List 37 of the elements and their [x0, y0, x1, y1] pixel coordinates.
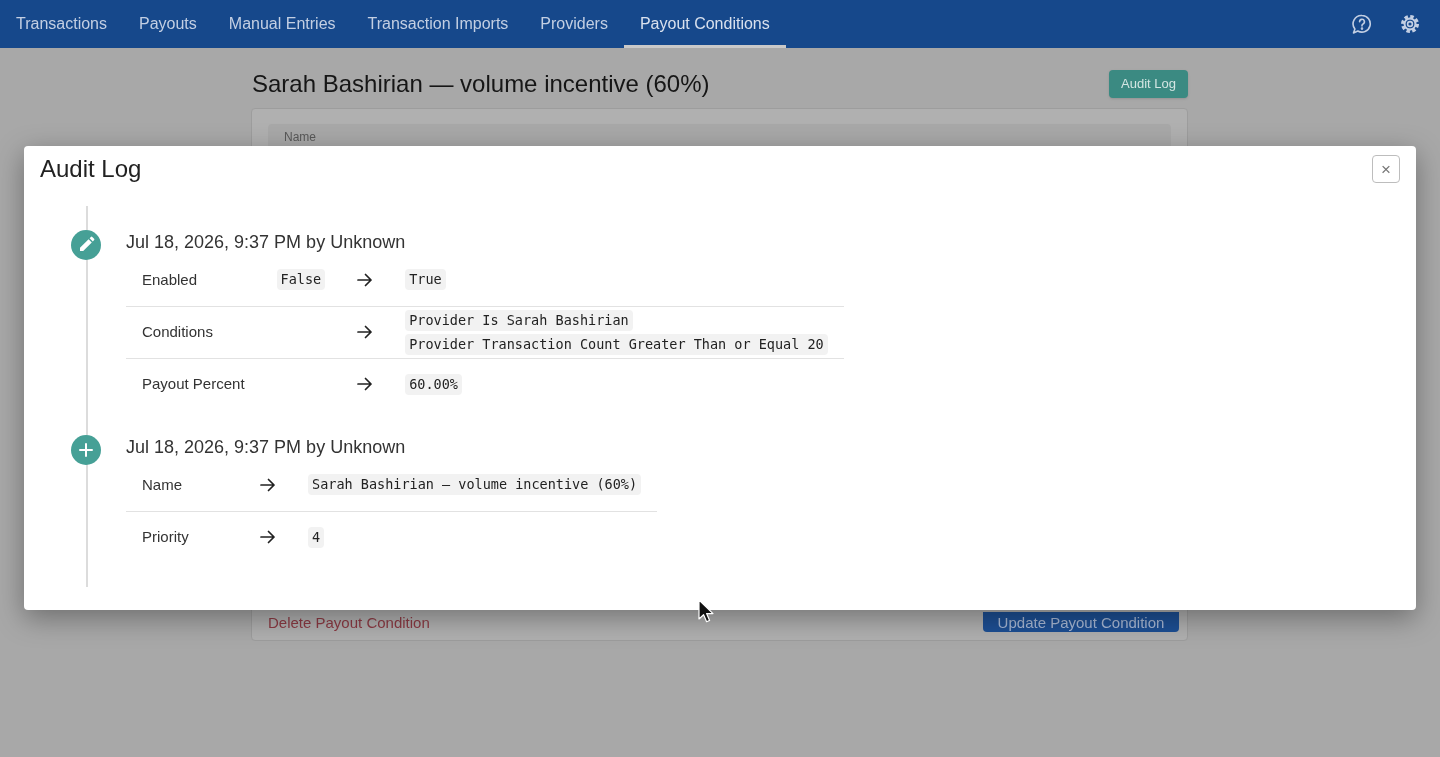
nav-tab[interactable]: Transactions	[0, 0, 123, 48]
arrow-right-icon	[357, 271, 374, 288]
page-title: Sarah Bashirian — volume incentive (60%)	[252, 69, 710, 99]
arrow-right-icon	[357, 324, 374, 340]
name-field[interactable]: Name	[268, 124, 1171, 146]
new-value: 4	[308, 526, 325, 548]
field-name: Conditions	[142, 323, 213, 340]
field-label: Name	[284, 130, 316, 144]
dialog-title: Audit Log	[40, 154, 142, 184]
arrow-right-icon	[357, 376, 374, 393]
nav-tab[interactable]: Providers	[524, 0, 624, 48]
new-value: 60.00%	[405, 373, 462, 395]
delete-link[interactable]: Delete Payout Condition	[268, 614, 430, 630]
nav-tab[interactable]: Payout Conditions	[623, 0, 786, 48]
old-value: False	[276, 269, 326, 291]
update-button[interactable]: Update Payout Condition	[983, 612, 1179, 632]
new-value: Sarah Bashirian — volume incentive (60%)	[308, 474, 642, 496]
new-value: Provider Transaction Count Greater Than or Equal 20	[405, 333, 828, 355]
arrow-right-icon	[260, 476, 276, 493]
arrow-right-icon	[260, 529, 276, 546]
new-value: True	[405, 269, 446, 291]
nav-tab[interactable]: Transaction Imports	[351, 0, 525, 48]
field-name: Enabled	[142, 270, 198, 288]
audit-log-button[interactable]: Audit Log	[1109, 70, 1188, 98]
pencil-icon	[71, 230, 101, 260]
settings-icon[interactable]	[1399, 13, 1421, 35]
field-name: Name	[142, 475, 182, 493]
field-name: Priority	[142, 528, 189, 546]
new-value: Provider Is Sarah Bashirian	[405, 309, 633, 331]
nav-tab[interactable]: Payouts	[123, 0, 213, 48]
entry-heading: Jul 18, 2026, 9:37 PM by Unknown	[126, 231, 406, 254]
help-icon[interactable]	[1351, 13, 1373, 35]
entry-heading: Jul 18, 2026, 9:37 PM by Unknown	[126, 436, 406, 459]
plus-icon	[71, 435, 101, 465]
nav-tab[interactable]: Manual Entries	[212, 0, 352, 48]
field-name: Payout Percent	[142, 375, 245, 393]
close-button[interactable]: ×	[1372, 155, 1400, 183]
